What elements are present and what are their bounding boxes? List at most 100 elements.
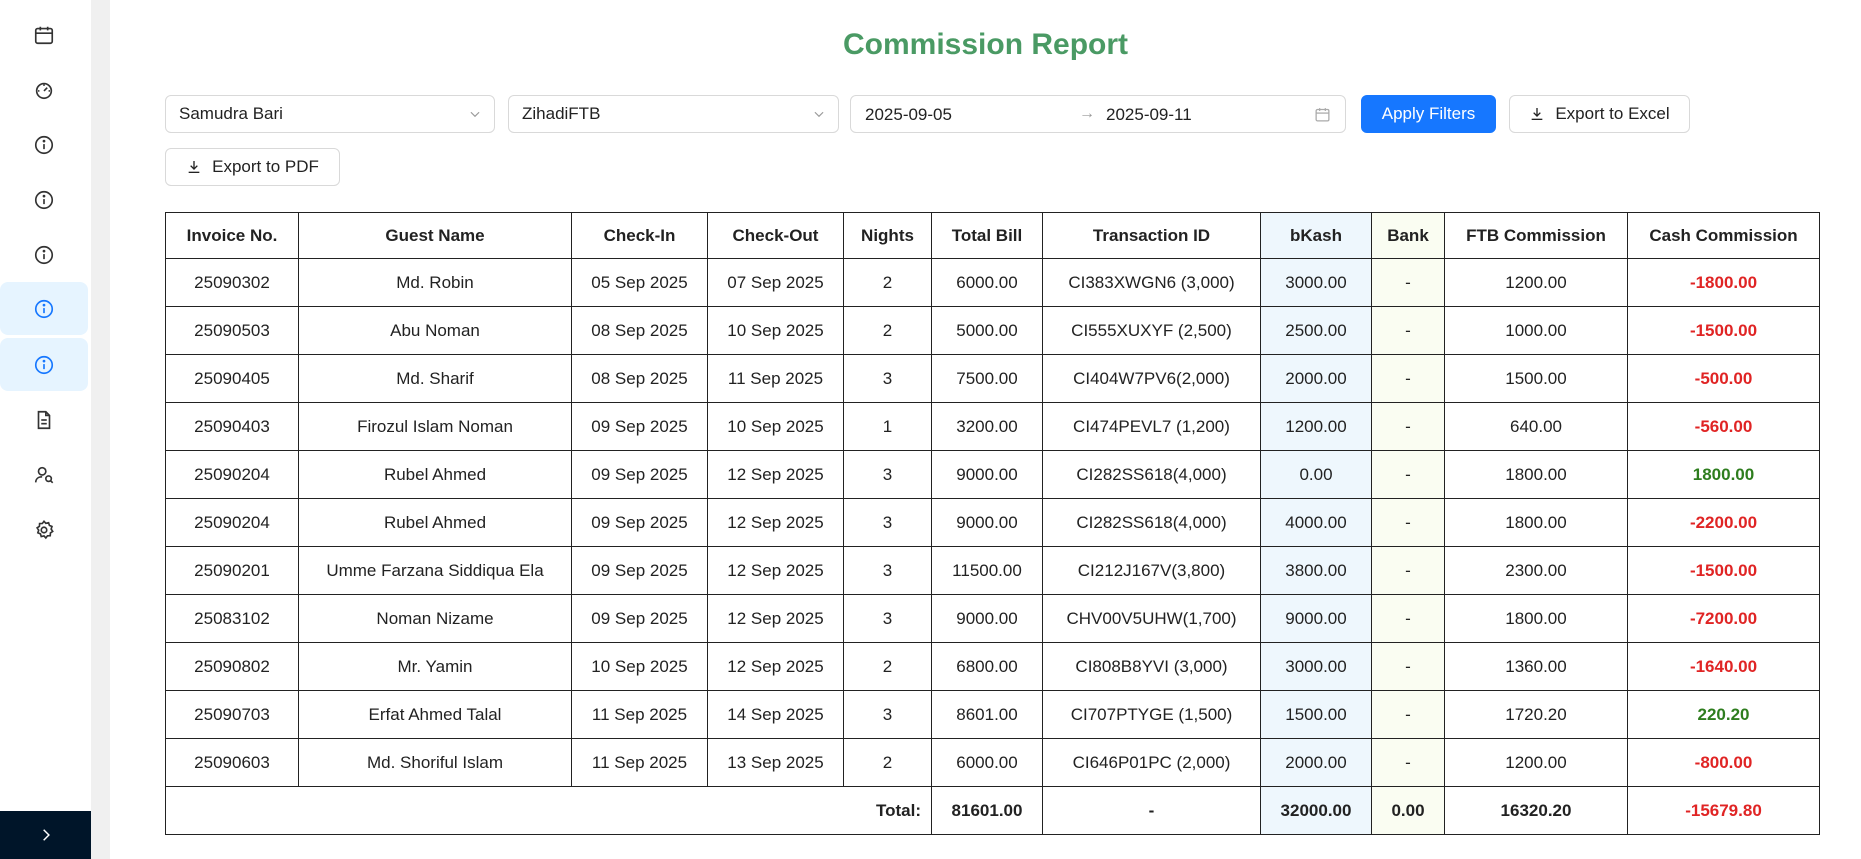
property-select[interactable]: Samudra Bari [165,95,495,133]
cell-checkin: 05 Sep 2025 [571,258,708,307]
cell-cash: -1500.00 [1627,546,1820,595]
sidebar-item-info-3[interactable] [0,228,88,281]
cell-guest: Md. Robin [298,258,572,307]
cell-invoice: 25090603 [165,738,299,787]
table-row[interactable]: 25090802 Mr. Yamin 10 Sep 2025 12 Sep 2025 2… [165,642,1820,691]
col-header-nights[interactable]: Nights [843,212,932,259]
cell-total: 5000.00 [931,306,1043,355]
cell-bank: - [1371,594,1445,643]
sidebar-divider [91,0,110,859]
table-row[interactable]: 25090302 Md. Robin 05 Sep 2025 07 Sep 2025 2… [165,258,1820,307]
cell-nights: 3 [843,690,932,739]
sidebar-item-info-1[interactable] [0,118,88,171]
col-header-bank[interactable]: Bank [1371,212,1445,259]
col-header-ftb[interactable]: FTB Commission [1444,212,1628,259]
cell-checkout: 14 Sep 2025 [707,690,844,739]
table-row[interactable]: 25090201 Umme Farzana Siddiqua Ela 09 Sep … [165,546,1820,595]
table-row[interactable]: 25090204 Rubel Ahmed 09 Sep 2025 12 Sep 202… [165,498,1820,547]
table-row[interactable]: 25083102 Noman Nizame 09 Sep 2025 12 Sep 20… [165,594,1820,643]
main-content: Commission Report Samudra Bari ZihadiFTB… [110,0,1861,859]
date-range-picker[interactable]: 2025-09-05 → 2025-09-11 [850,95,1346,133]
agent-select[interactable]: ZihadiFTB [508,95,839,133]
cell-bank: - [1371,450,1445,499]
cell-bank: - [1371,354,1445,403]
totals-cash: -15679.80 [1627,786,1820,835]
cell-cash: -2200.00 [1627,498,1820,547]
date-from-input[interactable]: 2025-09-05 [865,105,952,125]
cell-bkash: 9000.00 [1260,594,1372,643]
commission-table: Invoice No. Guest Name Check-In Check-Ou… [165,212,1820,835]
cell-ftb: 1000.00 [1444,306,1628,355]
calendar-icon [1315,108,1330,122]
chevron-down-icon [814,111,824,118]
cell-checkin: 09 Sep 2025 [571,450,708,499]
cell-nights: 1 [843,402,932,451]
cell-nights: 2 [843,306,932,355]
cell-ftb: 1800.00 [1444,594,1628,643]
sidebar-item-info-2[interactable] [0,173,88,226]
cell-bank: - [1371,642,1445,691]
date-to-input[interactable]: 2025-09-11 [1106,105,1192,125]
info-icon [34,190,54,209]
cell-nights: 3 [843,354,932,403]
table-row[interactable]: 25090204 Rubel Ahmed 09 Sep 2025 12 Sep 202… [165,450,1820,499]
cell-total: 8601.00 [931,690,1043,739]
download-icon [188,161,200,173]
cell-txn: CI474PEVL7 (1,200) [1042,402,1261,451]
cell-txn: CI212J167V(3,800) [1042,546,1261,595]
cell-ftb: 2300.00 [1444,546,1628,595]
cell-txn: CI555XUXYF (2,500) [1042,306,1261,355]
cell-checkin: 10 Sep 2025 [571,642,708,691]
col-header-txn[interactable]: Transaction ID [1042,212,1261,259]
sidebar-item-info-5[interactable] [0,338,88,391]
table-row[interactable]: 25090405 Md. Sharif 08 Sep 2025 11 Sep 2025… [165,354,1820,403]
cell-bank: - [1371,738,1445,787]
apply-filters-button[interactable]: Apply Filters [1361,95,1496,133]
sidebar-item-settings[interactable] [0,503,88,556]
cell-total: 9000.00 [931,450,1043,499]
sidebar-item-reports[interactable] [0,393,88,446]
col-header-total[interactable]: Total Bill [931,212,1043,259]
cell-invoice: 25083102 [165,594,299,643]
cell-invoice: 25090204 [165,450,299,499]
sidebar-item-calendar[interactable] [0,8,88,61]
cell-guest: Mr. Yamin [298,642,572,691]
table-row[interactable]: 25090603 Md. Shoriful Islam 11 Sep 2025 13 … [165,738,1820,787]
sidebar-item-info-4[interactable] [0,282,88,335]
col-header-checkin[interactable]: Check-In [571,212,708,259]
cell-bank: - [1371,402,1445,451]
page-title: Commission Report [842,28,1129,61]
cell-checkout: 12 Sep 2025 [707,642,844,691]
col-header-cash[interactable]: Cash Commission [1627,212,1820,259]
table-row[interactable]: 25090403 Firozul Islam Noman 09 Sep 2025 10… [165,402,1820,451]
table-row[interactable]: 25090703 Erfat Ahmed Talal 11 Sep 2025 14 S… [165,690,1820,739]
table-header-row: Invoice No. Guest Name Check-In Check-Ou… [165,212,1820,259]
col-header-guest[interactable]: Guest Name [298,212,572,259]
cell-cash: -560.00 [1627,402,1820,451]
cell-total: 3200.00 [931,402,1043,451]
table-body: 25090302 Md. Robin 05 Sep 2025 07 Sep 2025 2… [165,258,1820,787]
cell-bkash: 2000.00 [1260,354,1372,403]
col-header-bkash[interactable]: bKash [1260,212,1372,259]
totals-txn: - [1042,786,1261,835]
export-pdf-button[interactable]: Export to PDF [165,148,340,186]
cell-bkash: 0.00 [1260,450,1372,499]
sidebar-item-users[interactable] [0,448,88,501]
sidebar-item-dashboard[interactable] [0,63,88,116]
cell-txn: CI707PTYGE (1,500) [1042,690,1261,739]
export-excel-button[interactable]: Export to Excel [1509,95,1690,133]
cell-txn: CI404W7PV6(2,000) [1042,354,1261,403]
table-row[interactable]: 25090503 Abu Noman 08 Sep 2025 10 Sep 2025 2… [165,306,1820,355]
cell-guest: Md. Sharif [298,354,572,403]
sidebar-collapse-button[interactable] [0,811,91,859]
cell-bkash: 3000.00 [1260,642,1372,691]
cell-bkash: 2000.00 [1260,738,1372,787]
cell-guest: Umme Farzana Siddiqua Ela [298,546,572,595]
cell-ftb: 1360.00 [1444,642,1628,691]
download-icon [1531,108,1543,120]
settings-icon [35,519,54,539]
cell-checkout: 12 Sep 2025 [707,546,844,595]
col-header-invoice[interactable]: Invoice No. [165,212,299,259]
cell-guest: Erfat Ahmed Talal [298,690,572,739]
col-header-checkout[interactable]: Check-Out [707,212,844,259]
